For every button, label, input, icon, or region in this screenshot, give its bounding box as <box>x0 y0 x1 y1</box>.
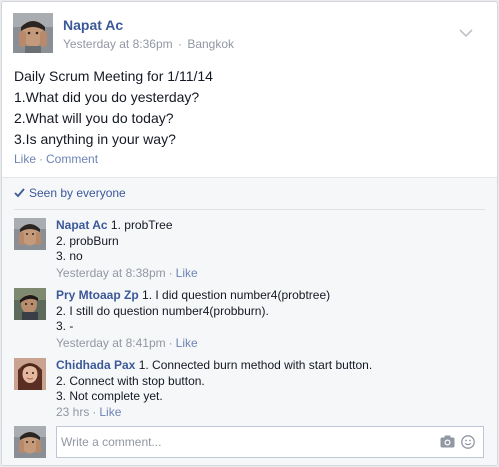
commenter-avatar[interactable] <box>14 218 46 250</box>
smiley-icon[interactable] <box>461 435 475 449</box>
comment-line: 3. no <box>56 249 83 263</box>
post-meta: Yesterday at 8:36pm · Bangkok <box>63 37 234 51</box>
commenter-avatar[interactable] <box>14 288 46 320</box>
comment-meta: Yesterday at 8:38pm · Like <box>56 266 198 280</box>
meta-separator: · <box>177 37 182 51</box>
author-avatar[interactable] <box>13 13 53 53</box>
meta-separator: · <box>168 336 173 350</box>
comment-line: 1. Connected burn method with start butt… <box>138 358 373 372</box>
post-header: Napat Ac Yesterday at 8:36pm · Bangkok <box>13 13 483 55</box>
checkmark-icon <box>14 188 25 198</box>
camera-icon[interactable] <box>440 435 455 448</box>
comment-text: Pry Mtoaap Zp 1. I did question number4(… <box>56 288 330 335</box>
post-body-line: 2.What will you do today? <box>14 110 174 126</box>
comment-text: Chidhada Pax 1. Connected burn method wi… <box>56 358 372 405</box>
comment-line: 3. - <box>56 319 74 333</box>
post-body: Daily Scrum Meeting for 1/11/14 1.What d… <box>14 66 484 150</box>
comment-line: 3. Not complete yet. <box>56 389 163 403</box>
post-location[interactable]: Bangkok <box>187 37 234 51</box>
meta-separator: · <box>92 405 97 419</box>
seen-label: Seen by everyone <box>29 186 126 200</box>
avatar-image <box>13 13 53 53</box>
comment-like-button[interactable]: Like <box>99 405 121 419</box>
meta-separator: · <box>168 266 173 280</box>
comment-timestamp[interactable]: Yesterday at 8:41pm <box>56 336 166 350</box>
comment-line: 2. I still do question number4(probburn)… <box>56 303 269 318</box>
comment-like-button[interactable]: Like <box>176 266 198 280</box>
like-button[interactable]: Like <box>14 152 36 166</box>
comment-line: 2. Connect with stop button. <box>56 373 205 388</box>
post-timestamp[interactable]: Yesterday at 8:36pm <box>63 37 173 51</box>
comment-text: Napat Ac 1. probTree 2. probBurn 3. no <box>56 218 173 265</box>
post-body-line: Daily Scrum Meeting for 1/11/14 <box>14 68 213 84</box>
comment-input[interactable] <box>61 433 421 451</box>
comment-author[interactable]: Napat Ac <box>56 218 108 232</box>
action-separator: · <box>39 152 44 166</box>
comment-input-box[interactable] <box>56 426 484 458</box>
comment-composer <box>14 426 484 458</box>
comment-meta: 23 hrs · Like <box>56 405 121 419</box>
post-body-line: 3.Is anything in your way? <box>14 131 176 147</box>
comment-line: 1. I did question number4(probtree) <box>142 288 331 302</box>
comment-meta: Yesterday at 8:41pm · Like <box>56 336 198 350</box>
comment-line: 2. probBurn <box>56 233 119 248</box>
divider <box>14 209 485 210</box>
post-actions: Like · Comment <box>14 152 98 166</box>
comment-author[interactable]: Pry Mtoaap Zp <box>56 288 139 302</box>
comment-button[interactable]: Comment <box>46 152 98 166</box>
avatar-image <box>14 288 46 320</box>
avatar-image <box>14 358 46 390</box>
post-body-line: 1.What did you do yesterday? <box>14 89 200 105</box>
comment-author[interactable]: Chidhada Pax <box>56 358 135 372</box>
seen-by-indicator[interactable]: Seen by everyone <box>14 186 126 200</box>
comment-timestamp[interactable]: Yesterday at 8:38pm <box>56 266 166 280</box>
post-card: Napat Ac Yesterday at 8:36pm · Bangkok D… <box>1 1 498 466</box>
comment-line: 1. probTree <box>110 218 173 232</box>
comment-timestamp[interactable]: 23 hrs <box>56 405 89 419</box>
comment-like-button[interactable]: Like <box>176 336 198 350</box>
avatar-image <box>14 426 46 458</box>
chevron-down-icon[interactable] <box>459 28 473 38</box>
viewer-avatar <box>14 426 46 458</box>
comments-section: Seen by everyone Napat Ac 1. probTree 2.… <box>2 177 497 465</box>
post-author-name[interactable]: Napat Ac <box>63 17 123 33</box>
avatar-image <box>14 218 46 250</box>
commenter-avatar[interactable] <box>14 358 46 390</box>
